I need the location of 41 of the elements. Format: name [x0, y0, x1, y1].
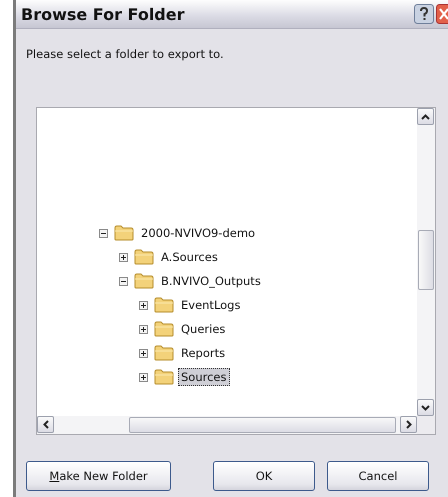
folder-item[interactable]: B.NVIVO_Outputs: [158, 272, 264, 290]
expand-toggle-icon[interactable]: [139, 348, 148, 358]
folder-item[interactable]: Reports: [178, 344, 228, 362]
close-icon[interactable]: [436, 4, 448, 24]
chevron-up-icon: [421, 114, 430, 120]
horizontal-scrollbar[interactable]: [37, 416, 417, 434]
dialog-button[interactable]: Make New Folder: [26, 461, 171, 491]
folder-icon: [154, 321, 174, 337]
scroll-thumb[interactable]: [418, 230, 434, 290]
instruction-text: Please select a folder to export to.: [26, 47, 225, 61]
expand-toggle-icon[interactable]: [119, 252, 128, 262]
window-title: Browse For Folder: [20, 4, 184, 24]
folder-icon: [154, 297, 174, 313]
scroll-right-button[interactable]: [400, 416, 417, 433]
dialog-button[interactable]: OK: [213, 461, 315, 491]
scroll-thumb[interactable]: [129, 417, 396, 433]
scrollbar-corner: [417, 416, 435, 434]
chevron-right-icon: [406, 420, 412, 429]
expand-toggle-icon[interactable]: [139, 324, 148, 334]
folder-item[interactable]: Queries: [178, 320, 228, 338]
folder-item[interactable]: 2000-NVIVO9-demo: [138, 224, 258, 242]
folder-icon: [134, 273, 154, 289]
help-icon[interactable]: [414, 4, 434, 24]
chevron-down-icon: [421, 404, 430, 410]
expand-toggle-icon[interactable]: [119, 276, 128, 286]
expand-toggle-icon[interactable]: [139, 372, 148, 382]
folder-item[interactable]: EventLogs: [178, 296, 244, 314]
dialog-button[interactable]: Cancel: [327, 461, 429, 491]
folder-icon: [154, 345, 174, 361]
scroll-up-button[interactable]: [417, 108, 434, 125]
scroll-left-button[interactable]: [37, 416, 54, 433]
folder-icon: [154, 369, 174, 385]
vertical-scrollbar[interactable]: [417, 108, 435, 416]
expand-toggle-icon[interactable]: [99, 228, 108, 238]
folder-icon: [114, 225, 134, 241]
expand-toggle-icon[interactable]: [139, 300, 148, 310]
folder-item[interactable]: Sources: [178, 368, 230, 386]
folder-item[interactable]: A.Sources: [158, 248, 221, 266]
scroll-down-button[interactable]: [417, 399, 434, 416]
chevron-left-icon: [42, 420, 48, 429]
folder-icon: [134, 249, 154, 265]
